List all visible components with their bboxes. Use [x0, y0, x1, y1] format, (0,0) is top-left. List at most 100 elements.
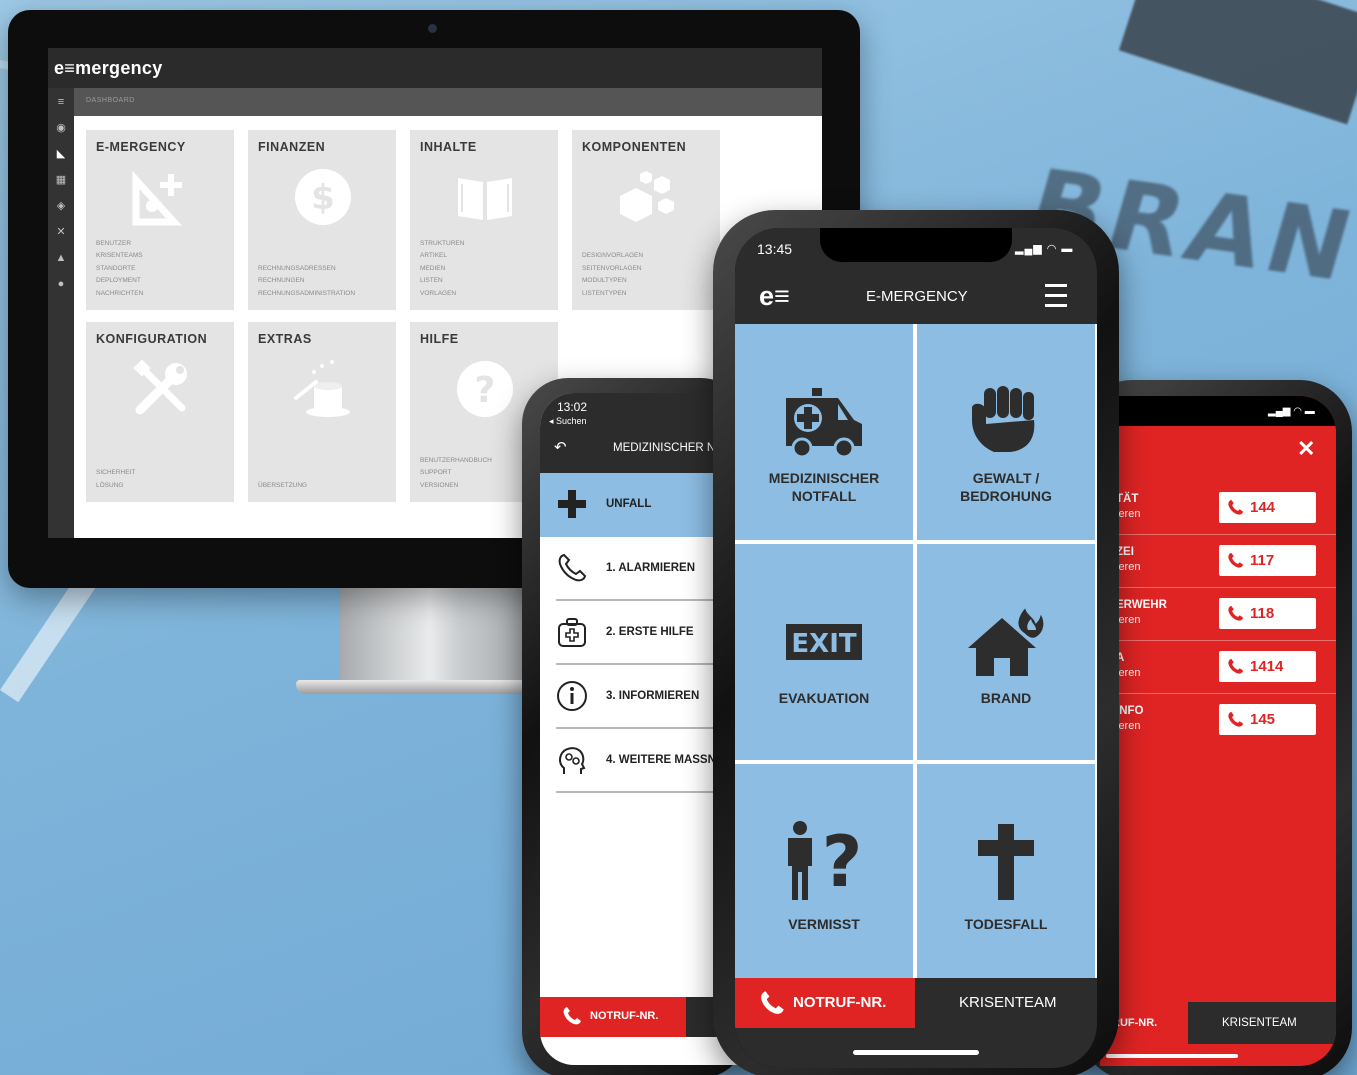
call-button[interactable]: 117 — [1219, 545, 1316, 576]
plus-icon — [556, 488, 588, 520]
ambulance-icon — [782, 380, 866, 464]
monitor-camera — [428, 24, 437, 33]
tile-link[interactable]: DEPLOYMENT — [96, 275, 143, 288]
tile-komponenten[interactable]: KOMPONENTEN DESIGNVORLAGEN SEITENVORLAGE… — [572, 130, 720, 310]
call-number: 1414 — [1250, 658, 1284, 675]
tile-link[interactable]: MODULTYPEN — [582, 275, 643, 288]
app-logo[interactable]: e≡mergency — [54, 58, 163, 79]
tile-inhalte[interactable]: INHALTE STRUKTUREN ARTIKEL MEDIEN LISTEN… — [410, 130, 558, 310]
tile-title: INHALTE — [420, 140, 477, 154]
book-icon[interactable]: ▦ — [55, 174, 67, 186]
user-plus-icon — [130, 166, 192, 228]
dashboard-topbar: e≡mergency — [48, 48, 822, 88]
service-action: ieren — [1116, 667, 1141, 679]
app-logo[interactable]: e≡ — [759, 281, 790, 312]
status-time: 13:02 — [557, 400, 588, 414]
first-aid-kit-icon — [556, 616, 588, 648]
phone-icon — [562, 1006, 582, 1026]
screen-title: MEDIZINISCHER N — [613, 442, 716, 454]
tile-links: BENUTZERHANDBUCH SUPPORT VERSIONEN — [420, 455, 492, 493]
info-icon — [556, 680, 588, 712]
dollar-icon: $ — [292, 166, 354, 228]
question-icon[interactable]: ● — [55, 278, 67, 290]
cubes-icon — [616, 166, 678, 228]
emergency-grid: MEDIZINISCHER NOTFALL GEWALT / BEDROHUNG… — [735, 324, 1097, 980]
svg-text:?: ? — [475, 370, 496, 411]
globe-icon[interactable]: ◉ — [55, 122, 67, 134]
cubes-icon[interactable]: ◈ — [55, 200, 67, 212]
notruf-button[interactable]: NOTRUF-NR. — [735, 978, 915, 1028]
tile-label: VERMISST — [788, 916, 860, 932]
tile-fire[interactable]: BRAND — [917, 544, 1095, 760]
person-question-icon: ? — [782, 820, 866, 904]
head-gears-icon — [556, 744, 588, 776]
breadcrumb[interactable]: DASHBOARD — [86, 97, 135, 104]
tile-link[interactable]: ÜBERSETZUNG — [258, 480, 307, 493]
tile-links: RECHNUNGSADRESSEN RECHNUNGEN RECHNUNGSAD… — [258, 263, 355, 301]
home-indicator[interactable] — [853, 1050, 979, 1055]
tile-link[interactable]: LISTEN — [420, 275, 464, 288]
center-phone-screen: 13:45 ▂▄▆ ◠ ▬ e≡ E-MERGENCY MEDIZINISCHE… — [735, 228, 1097, 1068]
call-button[interactable]: 144 — [1219, 492, 1316, 523]
tile-medical-emergency[interactable]: MEDIZINISCHER NOTFALL — [735, 324, 913, 540]
tools-icon[interactable]: ✕ — [55, 226, 67, 238]
call-button[interactable]: 145 — [1219, 704, 1316, 735]
call-number: 118 — [1250, 605, 1275, 622]
notruf-button[interactable]: NOTRUF-NR. — [540, 997, 686, 1037]
tile-link[interactable]: RECHNUNGEN — [258, 275, 355, 288]
magic-hat-icon — [292, 358, 354, 420]
tile-finanzen[interactable]: FINANZEN $ RECHNUNGSADRESSEN RECHNUNGEN … — [248, 130, 396, 310]
menu-icon[interactable]: ≡ — [55, 96, 67, 108]
call-button[interactable]: 1414 — [1219, 651, 1316, 682]
tile-link[interactable]: LISTENTYPEN — [582, 288, 643, 301]
tile-link[interactable]: MEDIEN — [420, 263, 464, 276]
phone-icon — [1227, 605, 1244, 622]
krisenteam-button[interactable]: KRISENTEAM — [1222, 1017, 1297, 1029]
tile-link[interactable]: ARTIKEL — [420, 250, 464, 263]
tile-link[interactable]: RECHNUNGSADMINISTRATION — [258, 288, 355, 301]
tile-link[interactable]: SUPPORT — [420, 467, 492, 480]
service-action: ieren — [1116, 720, 1141, 732]
back-to-search-link[interactable]: ◂ Suchen — [549, 416, 587, 427]
call-button[interactable]: 118 — [1219, 598, 1316, 629]
hamburger-menu-icon[interactable] — [1045, 284, 1067, 308]
home-indicator[interactable] — [1106, 1054, 1238, 1058]
emergency-number-row: INFO ieren 145 — [1100, 694, 1336, 747]
close-icon[interactable]: ✕ — [1297, 436, 1315, 462]
screen-title: E-MERGENCY — [866, 288, 968, 305]
list-item-label: UNFALL — [606, 498, 652, 510]
tile-link[interactable]: STANDORTE — [96, 263, 143, 276]
tile-e-mergency[interactable]: E-MERGENCY BENUTZER KRISENTEAMS STANDORT… — [86, 130, 234, 310]
tile-evacuation[interactable]: EXIT EVAKUATION — [735, 544, 913, 760]
tile-link[interactable]: VORLAGEN — [420, 288, 464, 301]
back-arrow-icon[interactable]: ↶ — [554, 438, 567, 456]
list-item-label: 2. ERSTE HILFE — [606, 626, 694, 638]
tile-title: KOMPONENTEN — [582, 140, 687, 154]
tile-title: EXTRAS — [258, 332, 312, 346]
user-plus-icon[interactable]: ◣ — [55, 148, 67, 160]
tile-link[interactable]: NACHRICHTEN — [96, 288, 143, 301]
notruf-label: NOTRUF-NR. — [590, 1010, 659, 1022]
signal-icon: ▂▄▆ ◠ ▬ — [1015, 243, 1074, 255]
call-number: 144 — [1250, 499, 1276, 516]
tile-label: BEDROHUNG — [960, 488, 1052, 504]
tile-link[interactable]: LÖSUNG — [96, 480, 135, 493]
tile-link[interactable]: DESIGNVORLAGEN — [582, 250, 643, 263]
magic-hat-icon[interactable]: ▲ — [55, 252, 67, 264]
tile-extras[interactable]: EXTRAS ÜBERSETZUNG — [248, 322, 396, 502]
tile-link[interactable]: BENUTZER — [96, 238, 143, 251]
tile-missing[interactable]: ? VERMISST — [735, 764, 913, 980]
tile-link[interactable]: SICHERHEIT — [96, 467, 135, 480]
tile-label: EVAKUATION — [778, 690, 870, 706]
tile-konfiguration[interactable]: KONFIGURATION SICHERHEIT LÖSUNG — [86, 322, 234, 502]
tile-link[interactable]: SEITENVORLAGEN — [582, 263, 643, 276]
tile-violence-threat[interactable]: GEWALT / BEDROHUNG — [917, 324, 1095, 540]
krisenteam-button[interactable]: KRISENTEAM — [959, 994, 1057, 1011]
tile-link[interactable]: BENUTZERHANDBUCH — [420, 455, 492, 468]
tile-link[interactable]: RECHNUNGSADRESSEN — [258, 263, 355, 276]
tile-link[interactable]: VERSIONEN — [420, 480, 492, 493]
tile-link[interactable]: STRUKTUREN — [420, 238, 464, 251]
tile-death[interactable]: TODESFALL — [917, 764, 1095, 980]
tile-link[interactable]: KRISENTEAMS — [96, 250, 143, 263]
service-action: ieren — [1116, 561, 1141, 573]
